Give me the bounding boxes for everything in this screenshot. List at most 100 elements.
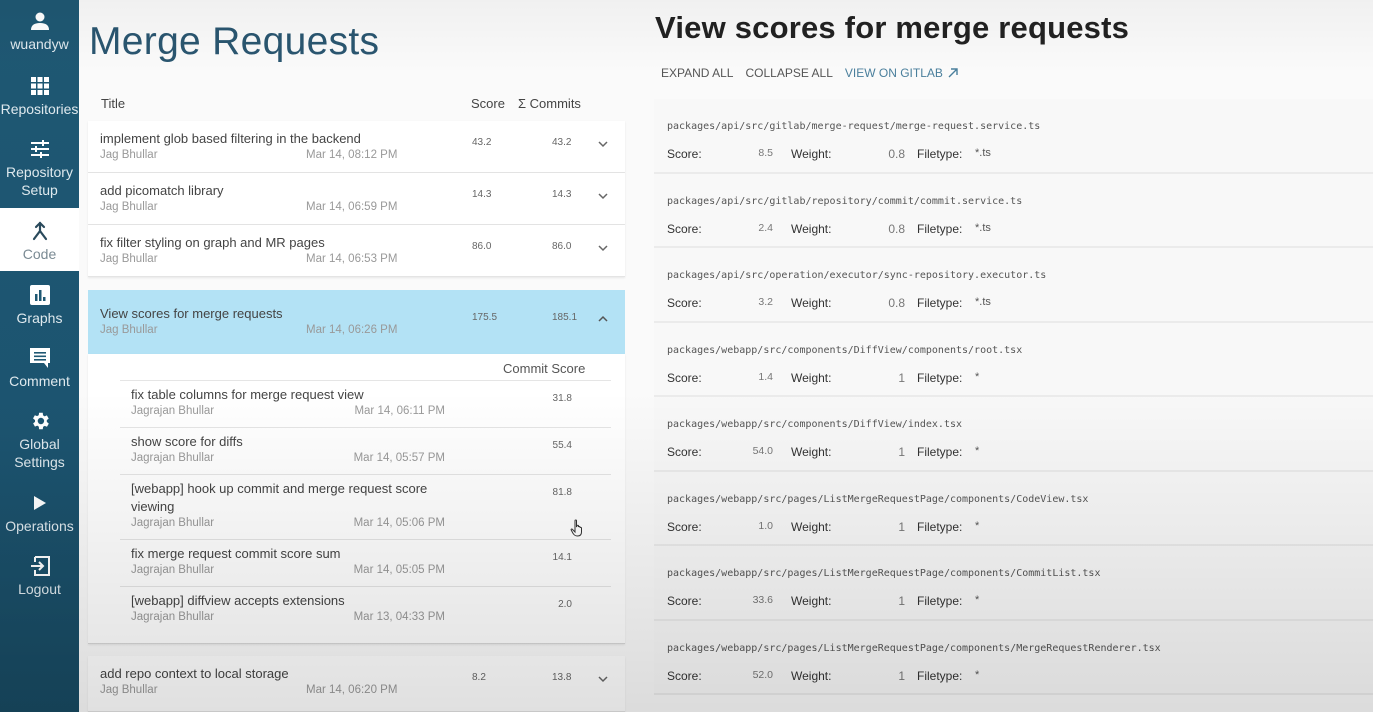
chevron-down-icon[interactable] xyxy=(596,137,610,151)
column-header-title[interactable]: Title xyxy=(101,96,125,111)
file-score-card[interactable]: packages/webapp/src/pages/ListMergeReque… xyxy=(654,546,1373,621)
weight-label: Weight: xyxy=(791,594,832,608)
mr-score: 86.0 xyxy=(472,241,492,252)
file-weight: 1 xyxy=(898,445,905,459)
file-score-card[interactable]: packages/api/src/gitlab/repository/commi… xyxy=(654,173,1373,248)
file-score: 2.4 xyxy=(758,221,773,234)
sidebar-item-label: wuandyw xyxy=(10,36,69,52)
commit-score-header: Commit Score xyxy=(503,361,586,376)
merge-request-row[interactable]: add repo context to local storage Jag Bh… xyxy=(88,656,625,712)
chevron-down-icon[interactable] xyxy=(596,672,610,686)
sidebar-item-repository-setup[interactable]: Repository Setup xyxy=(0,138,79,199)
sidebar-item-code[interactable]: Code xyxy=(0,208,79,271)
file-path: packages/webapp/src/pages/ListMergeReque… xyxy=(667,493,1089,505)
sidebar-item-label: Comment xyxy=(9,373,70,389)
chevron-down-icon[interactable] xyxy=(596,241,610,255)
merge-requests-panel: Merge Requests Title Score Σ Commits imp… xyxy=(79,0,639,712)
commit-row[interactable]: show score for diffs Jagrajan Bhullar Ma… xyxy=(120,428,611,475)
user-icon xyxy=(29,10,51,32)
file-path: packages/api/src/operation/executor/sync… xyxy=(667,270,1047,281)
score-label: Score: xyxy=(667,519,702,534)
commit-title: show score for diffs xyxy=(131,434,243,449)
mr-commits-sum: 185.1 xyxy=(552,312,578,323)
mr-title: View scores for merge requests xyxy=(100,306,283,321)
score-label: Score: xyxy=(667,445,702,459)
filetype-label: Filetype: xyxy=(917,147,963,161)
commit-list: Commit Score fix table columns for merge… xyxy=(88,354,625,644)
merge-request-row-selected[interactable]: View scores for merge requests Jag Bhull… xyxy=(88,290,625,354)
commit-title: [webapp] diffview accepts extensions xyxy=(131,593,345,608)
score-label: Score: xyxy=(667,221,702,236)
file-score-card[interactable]: packages/api/src/operation/executor/sync… xyxy=(654,248,1373,323)
weight-label: Weight: xyxy=(791,296,832,310)
merge-request-row[interactable]: add picomatch library Jag Bhullar Mar 14… xyxy=(88,173,625,225)
file-score-card[interactable]: packages/webapp/src/components/DiffView/… xyxy=(654,322,1373,397)
comment-icon xyxy=(29,347,51,369)
chevron-down-icon[interactable] xyxy=(596,189,610,203)
sidebar-item-logout[interactable]: Logout xyxy=(0,555,79,598)
mr-author: Jag Bhullar xyxy=(100,201,158,213)
commit-title: fix table columns for merge request view xyxy=(131,387,364,402)
sidebar-item-label: Global Settings xyxy=(14,436,65,470)
collapse-all-button[interactable]: COLLAPSE ALL xyxy=(745,66,832,80)
play-icon xyxy=(29,492,51,514)
sidebar-item-repositories[interactable]: Repositories xyxy=(0,75,79,118)
mr-title: add picomatch library xyxy=(100,183,224,198)
file-path: packages/webapp/src/pages/ListMergeReque… xyxy=(667,642,1161,654)
sidebar-item-label: Operations xyxy=(5,518,74,534)
sidebar-item-label: Repositories xyxy=(0,101,79,117)
mr-score: 43.2 xyxy=(472,137,492,148)
score-label: Score: xyxy=(667,147,702,161)
score-label: Score: xyxy=(667,594,702,608)
weight-label: Weight: xyxy=(791,221,832,236)
file-score: 52.0 xyxy=(752,668,773,681)
file-weight: 1 xyxy=(898,668,905,683)
commit-score: 81.8 xyxy=(552,487,572,498)
file-filetype: * xyxy=(975,668,980,681)
file-path: packages/webapp/src/components/DiffView/… xyxy=(667,344,1023,356)
mr-date: Mar 14, 08:12 PM xyxy=(306,149,398,161)
mr-author: Jag Bhullar xyxy=(100,253,158,265)
file-weight: 0.8 xyxy=(888,221,905,236)
sidebar-item-global-settings[interactable]: Global Settings xyxy=(0,410,79,471)
commit-row[interactable]: fix merge request commit score sum Jagra… xyxy=(120,540,611,587)
merge-request-row[interactable]: implement glob based filtering in the ba… xyxy=(88,121,625,173)
commit-score: 55.4 xyxy=(552,440,572,451)
commit-row[interactable]: [webapp] diffview accepts extensions Jag… xyxy=(120,587,611,634)
sidebar-item-label: Graphs xyxy=(16,310,63,326)
file-filetype: * xyxy=(975,594,980,606)
file-path: packages/api/src/gitlab/repository/commi… xyxy=(667,195,1023,207)
sidebar-item-label: Logout xyxy=(18,581,61,597)
view-on-gitlab-label: VIEW ON GITLAB xyxy=(844,66,943,80)
file-score-card[interactable]: packages/webapp/src/pages/ListMergeReque… xyxy=(654,471,1373,546)
merge-request-row[interactable]: fix filter styling on graph and MR pages… xyxy=(88,225,625,277)
sidebar-item-user[interactable]: wuandyw xyxy=(0,10,79,53)
chevron-up-icon[interactable] xyxy=(596,312,610,326)
view-on-gitlab-link[interactable]: VIEW ON GITLAB xyxy=(845,66,959,80)
gear-icon xyxy=(29,410,51,432)
sidebar-item-graphs[interactable]: Graphs xyxy=(0,284,79,327)
logout-icon xyxy=(29,555,51,577)
commit-date: Mar 13, 04:33 PM xyxy=(353,611,445,623)
expand-all-button[interactable]: EXPAND ALL xyxy=(661,66,733,80)
file-score-card[interactable]: packages/api/src/gitlab/merge-request/me… xyxy=(654,99,1373,174)
filetype-label: Filetype: xyxy=(917,594,963,608)
sidebar-item-comment[interactable]: Comment xyxy=(0,347,79,390)
sidebar: wuandyw Repositories Repository Setup Co… xyxy=(0,0,79,712)
column-header-score[interactable]: Score xyxy=(471,96,505,111)
file-score-card[interactable]: packages/webapp/src/components/DiffView/… xyxy=(654,397,1373,472)
sidebar-item-operations[interactable]: Operations xyxy=(0,492,79,535)
sliders-icon xyxy=(29,138,51,160)
file-path: packages/webapp/src/pages/ListMergeReque… xyxy=(667,568,1101,579)
file-score: 1.4 xyxy=(758,370,773,383)
file-weight: 0.8 xyxy=(888,147,905,161)
column-header-commits[interactable]: Σ Commits xyxy=(518,96,581,111)
mr-title: fix filter styling on graph and MR pages xyxy=(100,235,325,250)
filetype-label: Filetype: xyxy=(917,668,963,683)
commit-row[interactable]: fix table columns for merge request view… xyxy=(120,381,611,428)
mr-date: Mar 14, 06:26 PM xyxy=(306,324,398,336)
file-score: 54.0 xyxy=(752,445,773,457)
commit-row[interactable]: [webapp] hook up commit and merge reques… xyxy=(120,475,611,540)
filetype-label: Filetype: xyxy=(917,221,963,236)
file-score-card[interactable]: packages/webapp/src/pages/ListMergeReque… xyxy=(654,620,1373,695)
